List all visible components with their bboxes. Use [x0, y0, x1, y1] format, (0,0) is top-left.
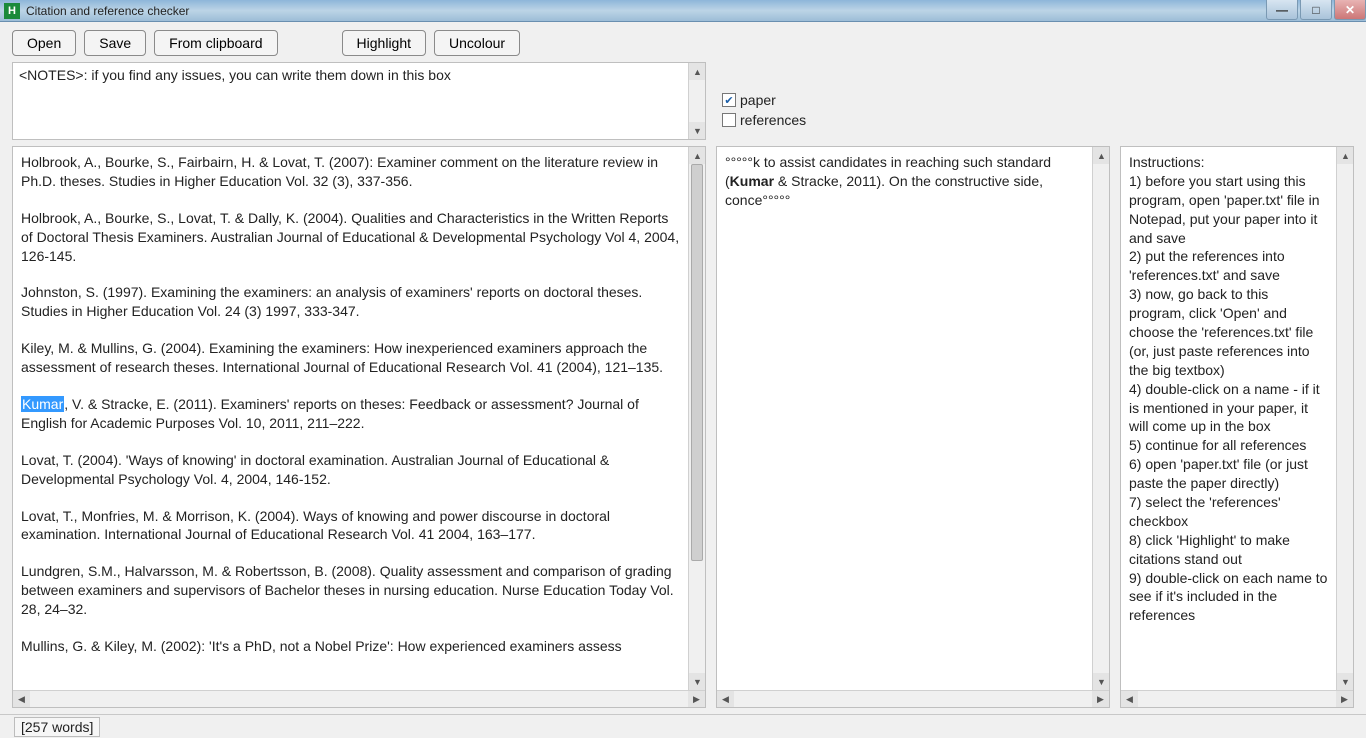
notes-textbox[interactable]: <NOTES>: if you find any issues, you can…: [12, 62, 706, 140]
window-controls: — □ ✕: [1264, 0, 1366, 20]
scroll-right-icon[interactable]: ▶: [688, 691, 705, 708]
mode-checkboxes: paper references: [716, 62, 1354, 140]
checkbox-paper-box[interactable]: [722, 93, 736, 107]
reference-item[interactable]: Lovat, T., Monfries, M. & Morrison, K. (…: [21, 507, 680, 545]
reference-item[interactable]: Mullins, G. & Kiley, M. (2002): 'It's a …: [21, 637, 680, 656]
references-text[interactable]: Holbrook, A., Bourke, S., Fairbairn, H. …: [13, 147, 688, 690]
scroll-up-icon[interactable]: ▲: [1337, 147, 1354, 164]
scroll-left-icon[interactable]: ◀: [1121, 691, 1138, 708]
instruction-line: 3) now, go back to this program, click '…: [1129, 285, 1328, 379]
highlight-button[interactable]: Highlight: [342, 30, 426, 56]
scroll-down-icon[interactable]: ▼: [1337, 673, 1354, 690]
references-panel[interactable]: Holbrook, A., Bourke, S., Fairbairn, H. …: [12, 146, 706, 708]
uncolour-button[interactable]: Uncolour: [434, 30, 520, 56]
instructions-vscrollbar[interactable]: ▲ ▼: [1336, 147, 1353, 690]
scroll-right-icon[interactable]: ▶: [1336, 691, 1353, 708]
reference-item[interactable]: Kiley, M. & Mullins, G. (2004). Examinin…: [21, 339, 680, 377]
snippet-text: °°°°°k to assist candidates in reaching …: [717, 147, 1092, 690]
instruction-line: 2) put the references into 'references.t…: [1129, 247, 1328, 285]
instruction-line: 4) double-click on a name - if it is men…: [1129, 380, 1328, 437]
status-bar: [257 words]: [0, 714, 1366, 738]
checkbox-references-box[interactable]: [722, 113, 736, 127]
open-button[interactable]: Open: [12, 30, 76, 56]
instructions-hscrollbar[interactable]: ◀ ▶: [1121, 690, 1353, 707]
scroll-down-icon[interactable]: ▼: [689, 122, 706, 139]
instruction-line: 9) double-click on each name to see if i…: [1129, 569, 1328, 626]
instructions-panel: Instructions:1) before you start using t…: [1120, 146, 1354, 708]
scroll-down-icon[interactable]: ▼: [689, 673, 706, 690]
notes-scrollbar[interactable]: ▲ ▼: [688, 63, 705, 139]
reference-item[interactable]: Lovat, T. (2004). 'Ways of knowing' in d…: [21, 451, 680, 489]
notes-text: <NOTES>: if you find any issues, you can…: [19, 67, 451, 83]
instruction-line: 8) click 'Highlight' to make citations s…: [1129, 531, 1328, 569]
instruction-line: 5) continue for all references: [1129, 436, 1328, 455]
minimize-button[interactable]: —: [1266, 0, 1298, 20]
scroll-left-icon[interactable]: ◀: [13, 691, 30, 708]
scroll-right-icon[interactable]: ▶: [1092, 691, 1109, 708]
selected-name[interactable]: Kumar: [21, 396, 64, 412]
reference-item[interactable]: Johnston, S. (1997). Examining the exami…: [21, 283, 680, 321]
references-vscrollbar[interactable]: ▲ ▼: [688, 147, 705, 690]
snippet-vscrollbar[interactable]: ▲ ▼: [1092, 147, 1109, 690]
reference-item[interactable]: Holbrook, A., Bourke, S., Lovat, T. & Da…: [21, 209, 680, 266]
scroll-up-icon[interactable]: ▲: [689, 63, 706, 80]
instruction-line: 6) open 'paper.txt' file (or just paste …: [1129, 455, 1328, 493]
word-count: [257 words]: [14, 717, 100, 737]
snippet-panel[interactable]: °°°°°k to assist candidates in reaching …: [716, 146, 1110, 708]
window-titlebar: H Citation and reference checker — □ ✕: [0, 0, 1366, 22]
snippet-hscrollbar[interactable]: ◀ ▶: [717, 690, 1109, 707]
toolbar: Open Save From clipboard Highlight Uncol…: [0, 22, 1366, 62]
scroll-up-icon[interactable]: ▲: [1093, 147, 1110, 164]
checkbox-paper[interactable]: paper: [722, 92, 1354, 108]
reference-item[interactable]: Lundgren, S.M., Halvarsson, M. & Roberts…: [21, 562, 680, 619]
checkbox-paper-label: paper: [740, 92, 776, 108]
close-button[interactable]: ✕: [1334, 0, 1366, 20]
maximize-button[interactable]: □: [1300, 0, 1332, 20]
from-clipboard-button[interactable]: From clipboard: [154, 30, 277, 56]
references-hscrollbar[interactable]: ◀ ▶: [13, 690, 705, 707]
scroll-up-icon[interactable]: ▲: [689, 147, 706, 164]
scrollbar-thumb[interactable]: [691, 164, 703, 561]
instruction-line: 7) select the 'references' checkbox: [1129, 493, 1328, 531]
reference-item[interactable]: Kumar, V. & Stracke, E. (2011). Examiner…: [21, 395, 680, 433]
instruction-line: 1) before you start using this program, …: [1129, 172, 1328, 248]
reference-item[interactable]: Holbrook, A., Bourke, S., Fairbairn, H. …: [21, 153, 680, 191]
window-title: Citation and reference checker: [26, 4, 189, 18]
main-area: <NOTES>: if you find any issues, you can…: [0, 62, 1366, 714]
instructions-heading: Instructions:: [1129, 153, 1328, 172]
scroll-left-icon[interactable]: ◀: [717, 691, 734, 708]
app-icon: H: [4, 3, 20, 19]
instructions-text: Instructions:1) before you start using t…: [1121, 147, 1336, 690]
checkbox-references[interactable]: references: [722, 112, 1354, 128]
scroll-down-icon[interactable]: ▼: [1093, 673, 1110, 690]
checkbox-references-label: references: [740, 112, 806, 128]
save-button[interactable]: Save: [84, 30, 146, 56]
snippet-match: Kumar: [730, 173, 774, 189]
